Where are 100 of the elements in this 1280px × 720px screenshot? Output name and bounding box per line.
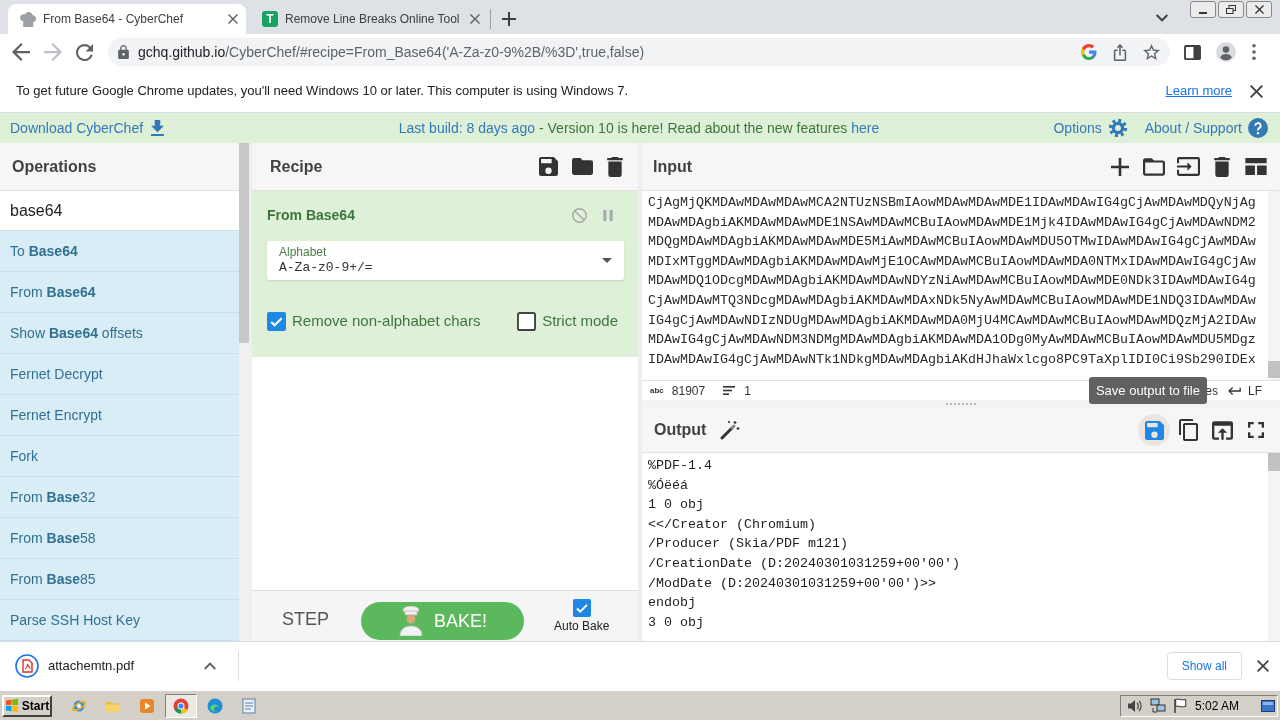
plus-icon[interactable] — [1111, 157, 1129, 176]
close-icon[interactable] — [1250, 84, 1263, 98]
browser-tab[interactable]: From Base64 - CyberChef — [8, 4, 246, 34]
operation-item[interactable]: From Base85 — [0, 559, 239, 600]
banner-message: - Version 10 is here! Read about the new features — [539, 118, 848, 138]
chef-hat-icon — [20, 11, 36, 27]
checkbox[interactable] — [267, 311, 286, 331]
alphabet-dropdown[interactable]: Alphabet A-Za-z0-9+/= — [267, 241, 624, 280]
magic-wand-icon[interactable] — [720, 420, 741, 440]
restore-button[interactable] — [1218, 1, 1244, 18]
copy-icon[interactable] — [1178, 419, 1198, 441]
build-link[interactable]: Last build: 8 days ago — [398, 117, 535, 139]
infobar-message: To get future Google Chrome updates, you'll need Windows 10 or later. This computer is using Windows 7. — [16, 82, 629, 101]
bake-button[interactable]: BAKE! — [361, 602, 524, 640]
checkbox-label[interactable]: Remove non-alphabet chars — [292, 310, 481, 333]
options-link[interactable]: Options — [1053, 117, 1102, 139]
operation-item[interactable]: Fernet Decrypt — [0, 354, 239, 395]
back-arrow-icon[interactable] — [12, 43, 30, 61]
profile-icon[interactable] — [1216, 42, 1236, 62]
chevron-up-icon[interactable] — [204, 662, 216, 670]
checkbox-label[interactable]: Strict mode — [542, 310, 618, 333]
clock[interactable]: 5:02 AM — [1195, 696, 1240, 715]
show-all-button[interactable]: Show all — [1166, 652, 1242, 680]
output-title: Output — [654, 420, 707, 440]
reload-icon[interactable] — [76, 43, 93, 61]
operation-item[interactable]: Fork — [0, 436, 239, 477]
speaker-icon[interactable] — [1127, 698, 1143, 713]
restore-icon — [1226, 5, 1236, 14]
close-icon[interactable] — [228, 14, 238, 24]
output-line: <</Creator (Chromium) — [648, 515, 817, 534]
close-window-button[interactable] — [1246, 1, 1272, 18]
save-icon[interactable] — [539, 157, 558, 176]
input-line: IDAwMDAwIG4gCjAwMDAwNTk1NDkgMDAwMDAgbiAKdHJhaWxlcgo8PC9TaXplIDI0Ci9Sb290IDEx — [648, 350, 1257, 369]
upload-box-icon[interactable] — [1211, 420, 1233, 440]
lock-icon[interactable] — [118, 45, 129, 59]
input-line: IG4gCjAwMDAwNDIzNDUgMDAwMDAgbiAKMDAwMDA0MjU4MCAwMDAwMCBuIAowMDAwMDQzMjA2IDAw — [648, 311, 1257, 330]
side-panel-icon[interactable] — [1184, 44, 1201, 60]
import-icon[interactable] — [1176, 157, 1200, 176]
download-icon[interactable] — [151, 120, 165, 136]
file-name[interactable]: attachemtn.pdf — [48, 656, 198, 676]
caret-icon[interactable] — [602, 258, 612, 263]
download-link[interactable]: Download CyberChef — [10, 117, 144, 139]
step-button[interactable]: STEP — [282, 605, 329, 633]
checkbox[interactable] — [517, 311, 537, 331]
plus-icon[interactable] — [502, 12, 516, 26]
start-button[interactable]: Start — [2, 694, 52, 717]
output-line: /Producer (Skia/PDF m121) — [648, 535, 849, 554]
input-line: CjAwMDAwMTQ3NDcgMDAwMDAgbiAKMDAwMDAxNDk5NyAwMDAwMCBuIAowMDAwMDE1NDQ3IDAwMDAw — [648, 291, 1257, 310]
output-line: %Óëéá — [648, 476, 689, 495]
operation-item[interactable]: From Base32 — [0, 477, 239, 518]
operation-item[interactable]: To Base64 — [0, 231, 239, 272]
folder-icon[interactable] — [1143, 157, 1165, 176]
learn-more-link[interactable]: Learn more — [1165, 81, 1232, 101]
layout-icon[interactable] — [1245, 158, 1267, 175]
network-icon[interactable] — [1150, 698, 1166, 713]
checkbox[interactable] — [572, 599, 591, 617]
share-icon[interactable] — [1113, 43, 1127, 61]
eol-label[interactable]: LF — [1248, 381, 1262, 400]
about-support-link[interactable]: About / Support — [1144, 117, 1242, 139]
output-line: /CreationDate (D:20240301031259+00'00') — [648, 554, 961, 573]
start-logo-icon — [4, 699, 19, 712]
return-arrow-icon[interactable] — [1228, 386, 1241, 395]
star-icon[interactable] — [1143, 44, 1160, 60]
scrollbar-thumb[interactable] — [239, 143, 249, 343]
chevron-down-icon[interactable] — [1156, 14, 1168, 22]
g-logo-icon[interactable] — [1081, 44, 1097, 60]
output-line: %PDF-1.4 — [648, 457, 713, 475]
trash-icon[interactable] — [1214, 156, 1230, 177]
play-icon[interactable] — [139, 697, 155, 714]
checkbox-label[interactable]: Auto Bake — [554, 619, 610, 633]
gear-icon[interactable] — [1107, 118, 1128, 138]
pdf-file-icon[interactable] — [15, 654, 39, 678]
folder-icon[interactable] — [572, 158, 593, 175]
flag-icon[interactable] — [1173, 698, 1187, 713]
browser-icon[interactable] — [173, 697, 189, 714]
input-line: CjAgMjQKMDAwMDAwMDAwMCA2NTUzNSBmIAowMDAwMDAwMDE1IDAwMDAwIG4gCjAwMDAwMDQyNjAg — [648, 194, 1257, 212]
menu-icon[interactable] — [1252, 44, 1256, 60]
taskbar-button[interactable] — [165, 693, 197, 718]
features-link[interactable]: here — [851, 117, 880, 139]
input-line: MDQgMDAwMDAgbiAKMDAwMDAwMDE5MiAwMDAwMCBuIAowMDAwMDU5OTMwIDAwMDAwIG4gCjAwMDAw — [648, 233, 1257, 252]
fullscreen-icon[interactable] — [1248, 422, 1264, 438]
scrollbar-thumb[interactable] — [1268, 361, 1280, 378]
minimize-button[interactable] — [1190, 1, 1216, 18]
trash-icon[interactable] — [607, 156, 623, 177]
show-desktop-icon[interactable] — [1261, 698, 1275, 713]
input-line: MDAwMDAgbiAKMDAwMDAwMDE1NSAwMDAwMCBuIAowMDAwMDE1Mjk4IDAwMDAwIG4gCjAwMDAwNDM2 — [648, 213, 1257, 232]
operation-item[interactable]: Show Base64 offsets — [0, 313, 239, 354]
lines-icon — [723, 386, 736, 395]
operation-item[interactable]: From Base64 — [0, 272, 239, 313]
help-icon[interactable] — [1248, 118, 1268, 138]
close-icon[interactable] — [1257, 660, 1269, 672]
operation-item[interactable]: Parse SSH Host Key — [0, 600, 239, 641]
close-icon[interactable] — [470, 14, 480, 24]
address-bar[interactable]: gchq.github.io/CyberChef/#recipe=From_Base64('A-Za-z0-9%2B/%3D',true,false) — [108, 38, 1170, 66]
save-button[interactable] — [1138, 414, 1170, 446]
operation-item[interactable]: Fernet Encrypt — [0, 395, 239, 436]
scrollbar-thumb[interactable] — [1268, 453, 1280, 471]
operation-item[interactable]: From Base58 — [0, 518, 239, 559]
browser-tab[interactable]: T Remove Line Breaks Online Tool — [250, 4, 488, 34]
operation-title: From Base64 — [267, 205, 355, 225]
